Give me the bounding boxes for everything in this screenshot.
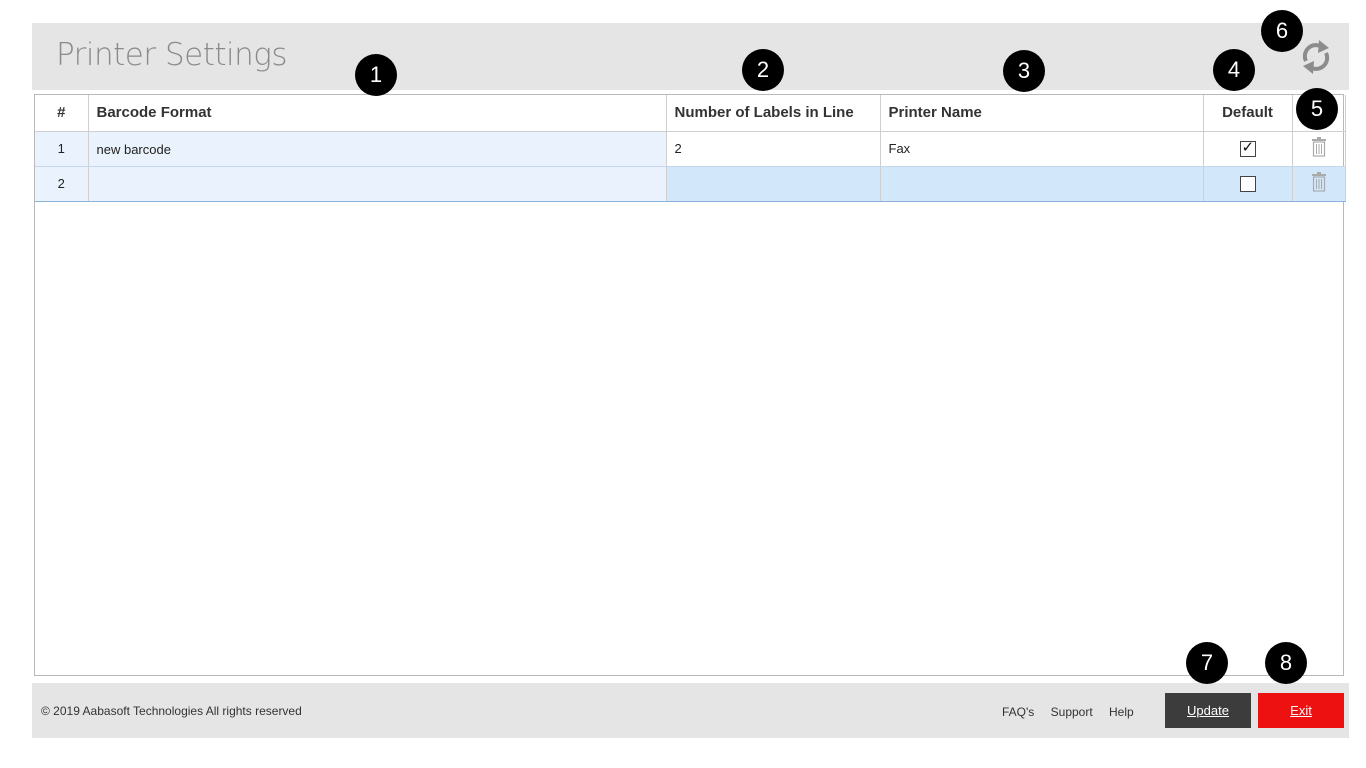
help-link[interactable]: Help (1109, 705, 1134, 719)
callout-5: 5 (1296, 88, 1338, 130)
column-header-printer-name[interactable]: Printer Name (880, 95, 1204, 132)
page-title: Printer Settings (56, 37, 288, 73)
trash-icon[interactable] (1311, 172, 1326, 195)
printer-settings-grid: # Barcode Format Number of Labels in Lin… (34, 94, 1346, 676)
printer-table: # Barcode Format Number of Labels in Lin… (35, 95, 1346, 202)
printer-settings-window: Printer Settings # Barcode Format Number… (32, 23, 1349, 738)
callout-1: 1 (355, 54, 397, 96)
callout-6: 6 (1261, 10, 1303, 52)
refresh-icon[interactable] (1298, 37, 1334, 77)
default-checkbox-checked[interactable]: ✓ (1239, 138, 1256, 157)
exit-button[interactable]: Exit (1258, 693, 1344, 728)
footer-bar: © 2019 Aabasoft Technologies All rights … (32, 683, 1349, 738)
default-checkbox-unchecked[interactable] (1239, 175, 1256, 192)
support-link[interactable]: Support (1051, 705, 1093, 719)
column-header-number: # (35, 95, 89, 132)
column-header-default[interactable]: Default (1203, 95, 1293, 132)
column-header-labels-in-line[interactable]: Number of Labels in Line (666, 95, 881, 132)
labels-in-line-cell[interactable] (666, 166, 881, 202)
default-cell (1203, 166, 1293, 202)
table-row[interactable]: 2 (35, 166, 1346, 202)
printer-name-cell[interactable] (880, 166, 1204, 202)
callout-3: 3 (1003, 50, 1045, 92)
table-header-row: # Barcode Format Number of Labels in Lin… (35, 95, 1346, 132)
callout-4: 4 (1213, 49, 1255, 91)
table-row[interactable]: 1 new barcode 2 Fax ✓ (35, 131, 1346, 167)
barcode-format-cell[interactable] (88, 166, 667, 202)
footer-links: FAQ's Support Help (1002, 705, 1147, 719)
labels-in-line-cell[interactable]: 2 (666, 131, 881, 167)
faq-link[interactable]: FAQ's (1002, 705, 1034, 719)
trash-icon[interactable] (1311, 137, 1326, 160)
copyright-text: © 2019 Aabasoft Technologies All rights … (41, 704, 302, 718)
callout-7: 7 (1186, 642, 1228, 684)
row-number: 2 (35, 166, 89, 202)
delete-cell (1292, 166, 1346, 202)
default-cell: ✓ (1203, 131, 1293, 167)
checkmark-icon: ✓ (1241, 138, 1255, 156)
barcode-format-cell[interactable]: new barcode (88, 131, 667, 167)
update-button-label: Update (1187, 703, 1229, 718)
exit-button-label: Exit (1290, 703, 1312, 718)
row-number: 1 (35, 131, 89, 167)
header-bar: Printer Settings (32, 23, 1349, 90)
delete-cell (1292, 131, 1346, 167)
printer-name-cell[interactable]: Fax (880, 131, 1204, 167)
column-header-barcode-format[interactable]: Barcode Format (88, 95, 667, 132)
update-button[interactable]: Update (1165, 693, 1251, 728)
callout-2: 2 (742, 49, 784, 91)
callout-8: 8 (1265, 642, 1307, 684)
